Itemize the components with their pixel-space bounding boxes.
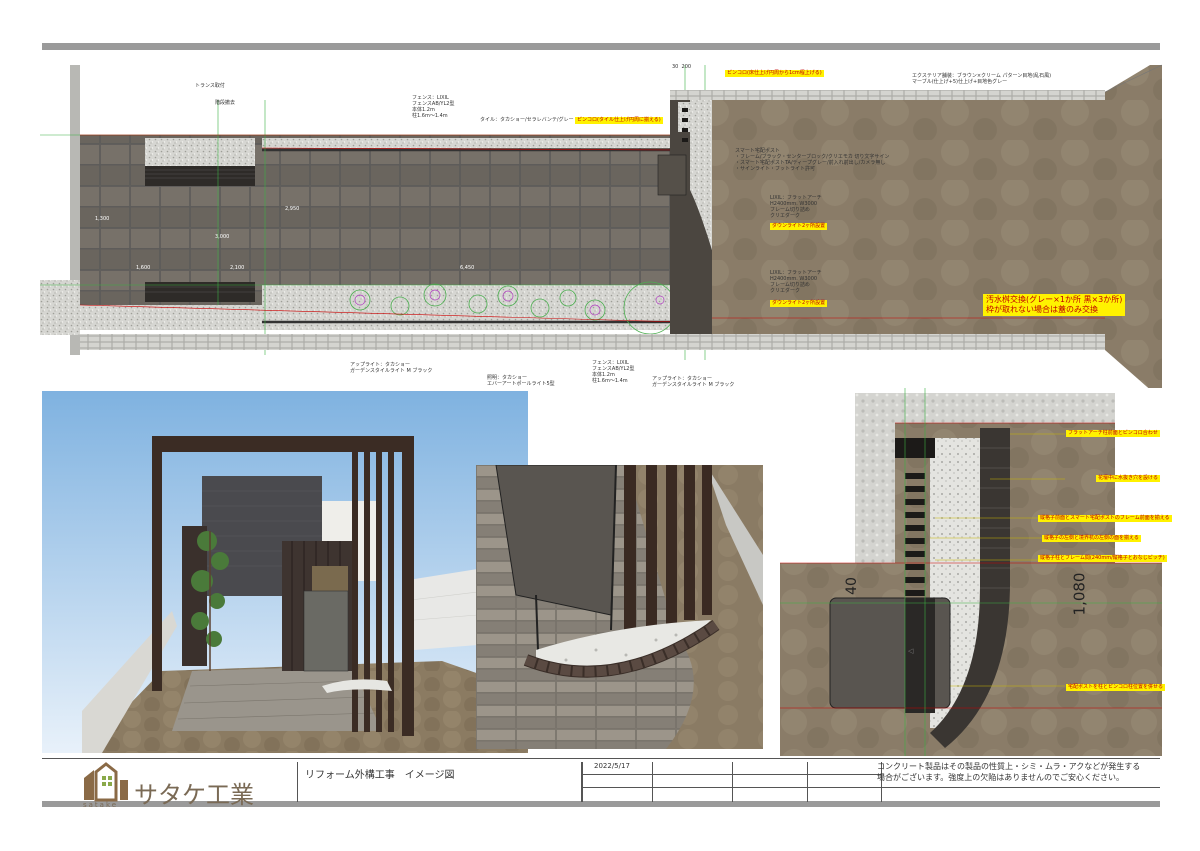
dim-label: 2,100 — [230, 265, 244, 271]
note-pincolo-top: ピンコロ(床仕上げ円周から1cm程上げる) — [725, 70, 824, 77]
note-lighting: 照明：タカショー エバーアートポールライト5型 — [487, 375, 555, 387]
svg-text:◁: ◁ — [908, 647, 914, 655]
note-tile: タイル：タカショー/セラレバンテ/グレー — [480, 117, 574, 123]
detail-note-3: 縦格子前面とスマート宅配ポストのフレーム前面を揃える — [1038, 515, 1172, 522]
note-arch-1: LIXIL：フラットアーチ H2400mm. W3000 フレーム切り詰め クリ… — [770, 195, 822, 219]
note-arch-2-light: ダウンライト2ヶ所設置 — [770, 300, 828, 307]
dim-label: 6,450 — [460, 265, 474, 271]
dim-label: 1,600 — [136, 265, 150, 271]
note-arch-2: LIXIL：フラットアーチ H2400mm. W3000 フレーム切り詰め クリ… — [770, 270, 822, 294]
detail-note-2: 花壇中に水抜き穴を設ける — [1096, 475, 1161, 482]
note-sewer: 汚水桝交換(グレー×1か所 黒×3か所) 枠が取れない場合は蓋のみ交換 — [983, 294, 1126, 316]
note-smart-post: スマート宅配ポスト ・フレーム/ブラック・センターブロック/クリエモカ 切り文字… — [735, 148, 890, 172]
disclaimer-text: コンクリート製品はその製品の性質上・シミ・ムラ・アクなどが発生する 場合がござい… — [877, 762, 1141, 782]
note-arch-1-light: ダウンライト2ヶ所設置 — [770, 223, 828, 230]
note-fence-2: フェンス：LIXIL フェンスAB/YL2型 本体1.2m 柱1.6m～1.4m — [592, 360, 635, 384]
note-uplight-1: アップライト：タカショー ガーデンスタイルライト M ブラック — [350, 362, 433, 374]
note-uplight-2: アップライト：タカショー ガーデンスタイルライト M ブラック — [652, 376, 735, 388]
render-perspective — [42, 391, 528, 753]
top-frame-bar — [42, 43, 1160, 50]
dim-40: 40 — [843, 577, 860, 595]
detail-note-5: 縦格子柱とフレーム間(240mm/縦格子とおなじピッチ) — [1038, 555, 1167, 562]
note-pincolo-bench: ピンコロ(タイル仕上げ円周に揃える) — [575, 117, 663, 124]
detail-plan: ◁ — [780, 388, 1162, 756]
company-name: サタケ工業 — [134, 781, 254, 809]
plan-drawing: 1,300 3,000 2,950 1,600 2,100 6,450 — [40, 64, 1162, 400]
detail-note-1: フラットアーチ柱前面とピンコロ合わせ — [1066, 430, 1160, 437]
render-closeup — [476, 465, 763, 749]
company-name-en: satake — [83, 801, 119, 809]
note-fence-1: フェンス：LIXIL フェンスAB/YL2型 本体1.2m 柱1.6m～1.4m — [412, 95, 455, 119]
note-step: 階段撤去 — [215, 100, 236, 106]
dim-label: 3,000 — [215, 234, 229, 240]
note-transom: トランス取付 — [195, 83, 225, 89]
dim-1080: 1,080 — [1070, 572, 1089, 616]
drawing-date: 2022/5/17 — [594, 762, 630, 770]
project-title: リフォーム外構工事 イメージ図 — [305, 770, 455, 781]
detail-note-4: 縦格子の左側と境界杭の左側の面を揃える — [1042, 535, 1141, 542]
dim-label: 1,300 — [95, 216, 109, 222]
dim-label: 2,950 — [285, 206, 299, 212]
dim-top: 30 200 — [672, 64, 692, 70]
company-logo-icon — [84, 762, 128, 802]
detail-note-6: 宅配ポストを柱とピンコロ柱位置を併せる — [1066, 684, 1166, 691]
note-existing-paving: エクステリア舗装：ブラウン×クリーム パターン目地(乱石風) マーブル(仕上げ+… — [912, 73, 1052, 85]
